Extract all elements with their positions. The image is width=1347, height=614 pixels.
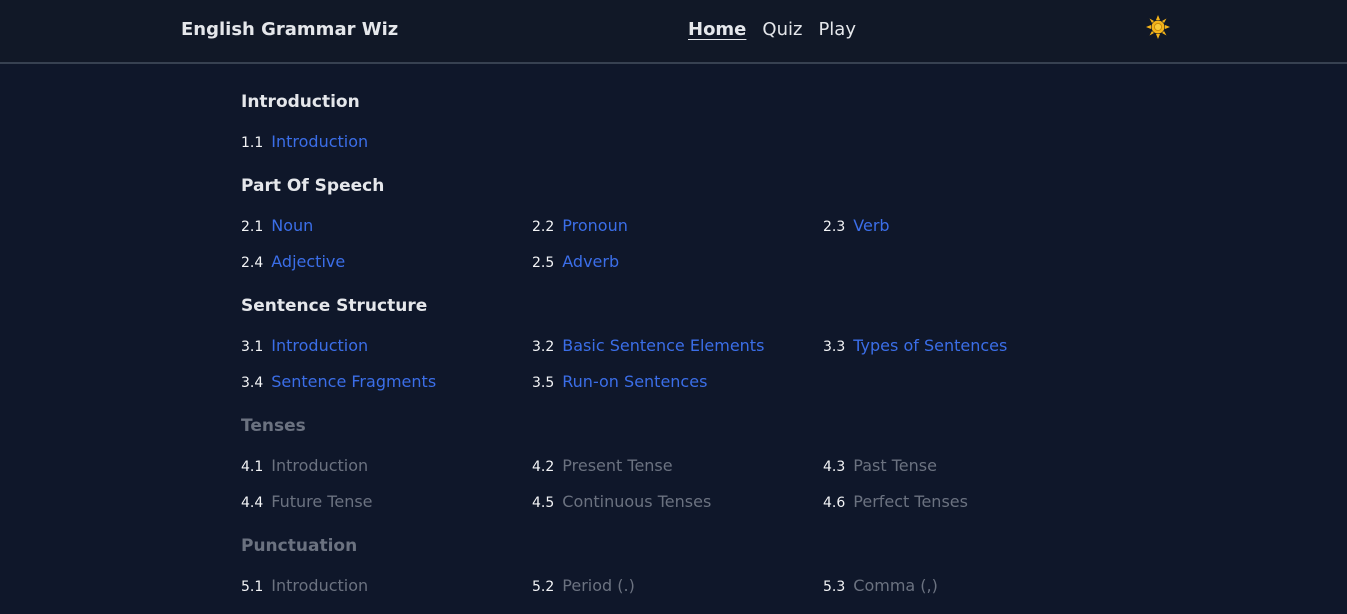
topic-link[interactable]: 1.1 Introduction <box>241 132 368 151</box>
top-navbar: English Grammar Wiz Home Quiz Play <box>0 0 1347 64</box>
topic-number: 3.1 <box>241 339 264 355</box>
topic-label[interactable]: Verb <box>853 216 889 235</box>
topic-label[interactable]: Adverb <box>562 252 619 271</box>
topic-label[interactable]: Continuous Tenses <box>562 492 711 511</box>
topic-link[interactable]: 3.1 Introduction <box>241 336 368 355</box>
topic-label[interactable]: Perfect Tenses <box>853 492 968 511</box>
section-title: Sentence Structure <box>241 296 428 316</box>
topic-number: 4.2 <box>532 459 555 475</box>
topic-label[interactable]: Pronoun <box>562 216 628 235</box>
topic-label[interactable]: Period (.) <box>562 576 635 595</box>
topic-number: 3.2 <box>532 339 555 355</box>
topic-number: 4.3 <box>823 459 846 475</box>
topic-number: 4.6 <box>823 495 846 511</box>
topic-link[interactable]: 2.1 Noun <box>241 216 313 235</box>
app-title[interactable]: English Grammar Wiz <box>181 19 398 40</box>
topic-link[interactable]: 5.3 Comma (,) <box>823 576 938 595</box>
section-title: Introduction <box>241 92 360 112</box>
topic-label[interactable]: Run-on Sentences <box>562 372 707 391</box>
topic-number: 5.2 <box>532 579 555 595</box>
topic-link[interactable]: 3.5 Run-on Sentences <box>532 372 707 391</box>
topic-number: 5.1 <box>241 579 264 595</box>
topic-number: 2.3 <box>823 219 846 235</box>
section-title: Punctuation <box>241 536 358 556</box>
topic-label[interactable]: Types of Sentences <box>853 336 1007 355</box>
theme-toggle-button[interactable] <box>1144 13 1172 41</box>
topic-number: 5.3 <box>823 579 846 595</box>
topic-link[interactable]: 2.4 Adjective <box>241 252 345 271</box>
topic-number: 3.3 <box>823 339 846 355</box>
topic-number: 1.1 <box>241 135 264 151</box>
topic-number: 2.4 <box>241 255 264 271</box>
topic-label[interactable]: Comma (,) <box>853 576 938 595</box>
topic-number: 3.4 <box>241 375 264 391</box>
topic-label[interactable]: Present Tense <box>562 456 672 475</box>
topic-label[interactable]: Future Tense <box>271 492 372 511</box>
topic-link[interactable]: 3.4 Sentence Fragments <box>241 372 436 391</box>
topic-number: 4.4 <box>241 495 264 511</box>
nav-play-link[interactable]: Play <box>818 19 856 40</box>
topic-link[interactable]: 4.4 Future Tense <box>241 492 373 511</box>
topic-link[interactable]: 4.2 Present Tense <box>532 456 673 475</box>
topic-link[interactable]: 4.3 Past Tense <box>823 456 937 475</box>
topic-link[interactable]: 2.3 Verb <box>823 216 890 235</box>
section-title: Part Of Speech <box>241 176 385 196</box>
topic-link[interactable]: 3.2 Basic Sentence Elements <box>532 336 764 355</box>
topic-label[interactable]: Introduction <box>271 456 368 475</box>
topic-number: 2.1 <box>241 219 264 235</box>
topic-link[interactable]: 4.1 Introduction <box>241 456 368 475</box>
topic-link[interactable]: 5.2 Period (.) <box>532 576 635 595</box>
topic-label[interactable]: Noun <box>271 216 313 235</box>
section-title: Tenses <box>241 416 306 436</box>
topic-label[interactable]: Introduction <box>271 132 368 151</box>
topic-label[interactable]: Past Tense <box>853 456 937 475</box>
topic-label[interactable]: Introduction <box>271 576 368 595</box>
topic-number: 2.5 <box>532 255 555 271</box>
topic-label[interactable]: Sentence Fragments <box>271 372 436 391</box>
topic-link[interactable]: 4.5 Continuous Tenses <box>532 492 711 511</box>
topic-link[interactable]: 5.1 Introduction <box>241 576 368 595</box>
topic-label[interactable]: Introduction <box>271 336 368 355</box>
topic-number: 4.1 <box>241 459 264 475</box>
topic-link[interactable]: 4.6 Perfect Tenses <box>823 492 968 511</box>
topic-number: 3.5 <box>532 375 555 391</box>
topic-label[interactable]: Adjective <box>271 252 345 271</box>
topic-link[interactable]: 2.5 Adverb <box>532 252 619 271</box>
topic-link[interactable]: 3.3 Types of Sentences <box>823 336 1007 355</box>
topic-number: 2.2 <box>532 219 555 235</box>
topic-link[interactable]: 2.2 Pronoun <box>532 216 628 235</box>
topic-label[interactable]: Basic Sentence Elements <box>562 336 764 355</box>
sun-icon <box>1146 15 1170 39</box>
nav-quiz-link[interactable]: Quiz <box>762 19 802 40</box>
nav-home-link[interactable]: Home <box>688 19 746 40</box>
main-nav: Home Quiz Play <box>688 19 856 40</box>
topic-number: 4.5 <box>532 495 555 511</box>
